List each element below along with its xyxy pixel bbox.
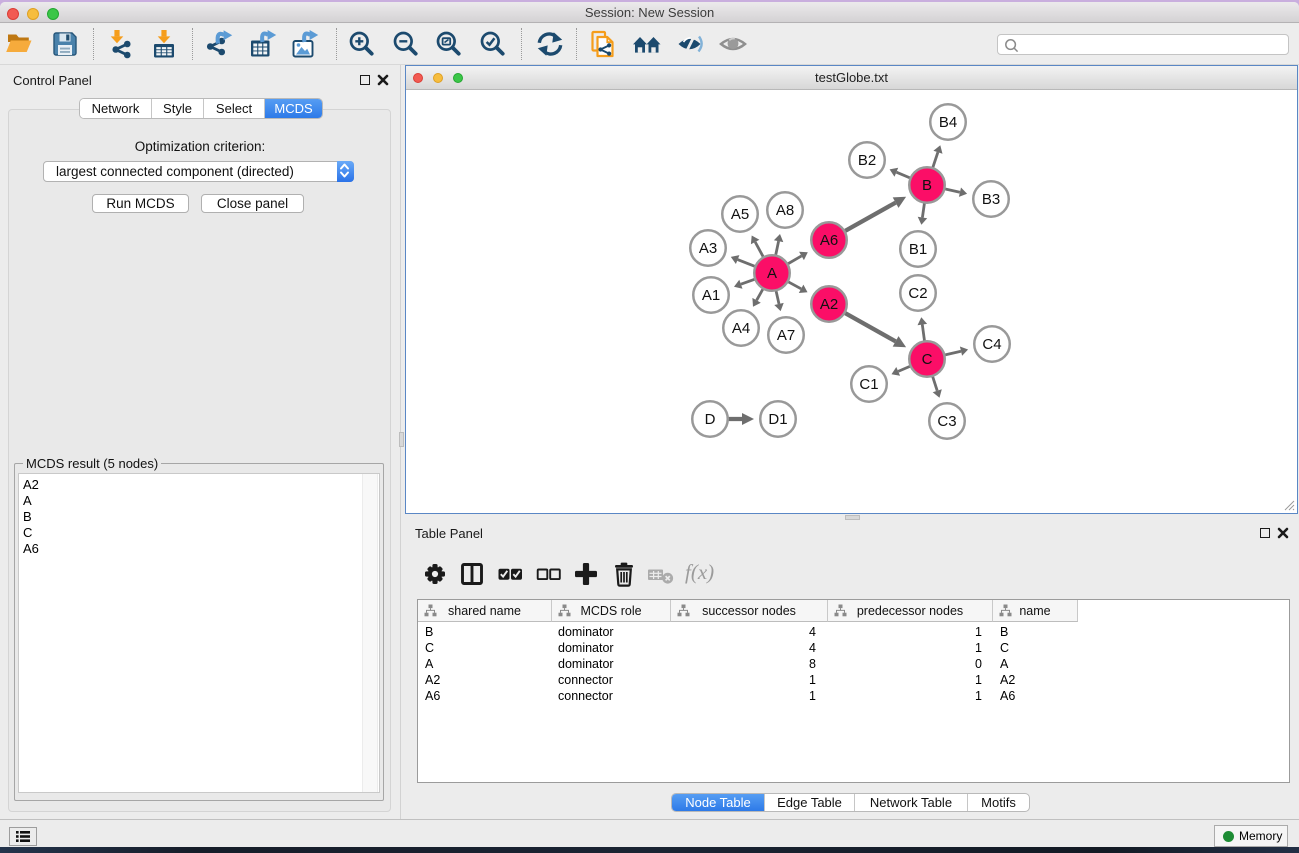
svg-text:B: B bbox=[922, 177, 932, 194]
svg-text:B3: B3 bbox=[982, 191, 1000, 208]
svg-text:A1: A1 bbox=[702, 287, 720, 304]
svg-text:D: D bbox=[705, 411, 716, 428]
svg-text:A4: A4 bbox=[732, 320, 750, 337]
svg-text:A3: A3 bbox=[699, 240, 717, 257]
svg-text:D1: D1 bbox=[768, 411, 787, 428]
svg-text:A6: A6 bbox=[820, 232, 838, 249]
svg-text:C: C bbox=[922, 351, 933, 368]
svg-text:A8: A8 bbox=[776, 202, 794, 219]
svg-text:C4: C4 bbox=[982, 336, 1001, 353]
svg-text:A7: A7 bbox=[777, 327, 795, 344]
svg-text:A5: A5 bbox=[731, 206, 749, 223]
svg-text:A: A bbox=[767, 265, 777, 282]
svg-text:B4: B4 bbox=[939, 114, 957, 131]
svg-text:C3: C3 bbox=[937, 413, 956, 430]
svg-text:B2: B2 bbox=[858, 152, 876, 169]
svg-text:C2: C2 bbox=[908, 285, 927, 302]
svg-text:C1: C1 bbox=[859, 376, 878, 393]
svg-text:A2: A2 bbox=[820, 296, 838, 313]
svg-text:B1: B1 bbox=[909, 241, 927, 258]
